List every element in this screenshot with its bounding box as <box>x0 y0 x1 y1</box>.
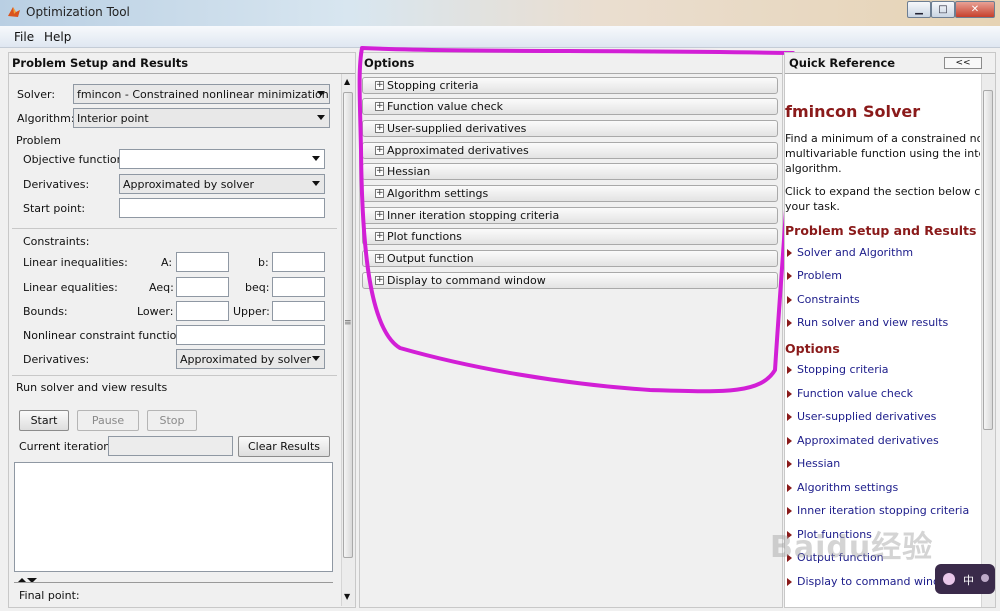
svg-text:中: 中 <box>963 574 974 587</box>
bullet-arrow-icon <box>787 578 792 586</box>
link-display-to-command-window[interactable]: Display to command window <box>797 575 956 588</box>
solver-heading: fmincon Solver <box>785 102 921 121</box>
quick-reference-title: Quick Reference <box>789 56 896 70</box>
bullet-arrow-icon <box>787 437 792 445</box>
bullet-arrow-icon <box>787 249 792 257</box>
click-hint-line-1: Click to expand the section below corres <box>785 185 980 198</box>
link-constraints[interactable]: Constraints <box>797 293 860 306</box>
click-hint-line-2: your task. <box>785 200 840 213</box>
bullet-arrow-icon <box>787 296 792 304</box>
link-user-supplied-derivatives[interactable]: User-supplied derivatives <box>797 410 936 423</box>
link-function-value-check[interactable]: Function value check <box>797 387 913 400</box>
link-approximated-derivatives[interactable]: Approximated derivatives <box>797 434 939 447</box>
collapse-button[interactable]: << <box>944 57 982 69</box>
bullet-arrow-icon <box>787 507 792 515</box>
link-inner-iteration-stopping-criteria[interactable]: Inner iteration stopping criteria <box>797 504 969 517</box>
link-algorithm-settings[interactable]: Algorithm settings <box>797 481 898 494</box>
options-heading: Options <box>785 341 840 356</box>
bullet-arrow-icon <box>787 460 792 468</box>
right-scroll-thumb[interactable] <box>983 90 993 430</box>
link-stopping-criteria[interactable]: Stopping criteria <box>797 363 889 376</box>
bullet-arrow-icon <box>787 319 792 327</box>
description-line-3: algorithm. <box>785 162 842 175</box>
link-run-solver[interactable]: Run solver and view results <box>797 316 948 329</box>
description-line-1: Find a minimum of a constrained nonline <box>785 132 980 145</box>
ime-indicator-icon: 中 <box>935 564 995 594</box>
bullet-arrow-icon <box>787 272 792 280</box>
link-problem[interactable]: Problem <box>797 269 842 282</box>
link-solver-and-algorithm[interactable]: Solver and Algorithm <box>797 246 913 259</box>
bullet-arrow-icon <box>787 484 792 492</box>
description-line-2: multivariable function using the interio… <box>785 147 980 160</box>
bullet-arrow-icon <box>787 366 792 374</box>
link-hessian[interactable]: Hessian <box>797 457 840 470</box>
bullet-arrow-icon <box>787 413 792 421</box>
divider <box>785 73 995 74</box>
baidu-watermark: Baidu经验 <box>770 530 934 565</box>
setup-heading: Problem Setup and Results <box>785 223 977 238</box>
bullet-arrow-icon <box>787 390 792 398</box>
